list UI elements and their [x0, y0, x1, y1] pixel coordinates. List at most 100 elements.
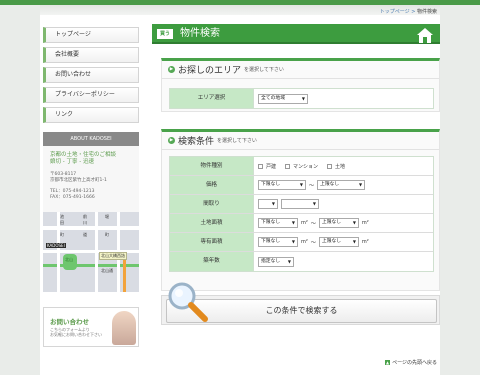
property-type-cell: 戸建 マンション 土地 [254, 157, 433, 175]
breadcrumb-separator: > [411, 9, 416, 15]
tagline-line2: 娘切 - 丁寧 - 迅速 [50, 159, 94, 165]
table-row: 物件種別 戸建 マンション 土地 [170, 157, 433, 176]
checkbox-land-label: 土地 [335, 163, 346, 170]
map-label: 川 [83, 220, 87, 225]
area-select-value: 全ての地域 [261, 95, 285, 101]
chevron-down-icon: ▼ [271, 201, 275, 206]
magnifier-icon [168, 282, 208, 322]
unit-m2: m² [301, 239, 308, 245]
page-title-bar: 買う 物件検索 [152, 24, 440, 44]
building-age-cell: 指定なし ▼ [254, 252, 433, 271]
range-tilde: ～ [310, 239, 316, 246]
access-map[interactable]: 池 田 町 前 川 道 堀 町 KADOSEI 北山 北山大橋西詰 北山通 [43, 212, 139, 292]
price-to-select[interactable]: 上限なし ▼ [317, 180, 366, 190]
area-table: エリア選択 全ての地域 ▼ [169, 88, 434, 109]
map-label-kitayama: 北山 [65, 257, 73, 262]
about-panel: ABOUT KADOSEI 京都の土地・住宅のご相談 娘切 - 丁寧 - 迅速 … [43, 132, 139, 292]
sidebar-item-links[interactable]: リンク [43, 107, 139, 123]
map-label-street: 北山通 [101, 268, 113, 273]
floor-area-label: 専有面積 [170, 233, 254, 251]
layout-label: 間取り [170, 195, 254, 213]
conditions-section: ▶ 検索条件 を選択して下さい 物件種別 戸建 マンション 土地 価格 下限なし… [161, 129, 440, 291]
land-area-from-select[interactable]: 下限なし ▼ [258, 218, 298, 228]
price-label: 価格 [170, 176, 254, 194]
sidebar-item-contact[interactable]: お問い合わせ [43, 67, 139, 83]
land-area-from-value: 下限なし [261, 220, 281, 225]
sidebar-item-top[interactable]: トップページ [43, 27, 139, 43]
map-label: 道 [83, 232, 87, 237]
floor-area-cell: 下限なし ▼ m² ～ 上限なし ▼ m² [254, 233, 433, 251]
breadcrumb-current: 物件検索 [416, 9, 437, 15]
land-area-label: 土地面積 [170, 214, 254, 232]
unit-m2: m² [301, 220, 308, 226]
breadcrumb-home-link[interactable]: トップページ [380, 9, 410, 15]
page-top-label: ページの先頭へ戻る [392, 360, 437, 366]
company-tagline: 京都の土地・住宅のご相談 娘切 - 丁寧 - 迅速 [50, 152, 139, 166]
area-select[interactable]: 全ての地域 ▼ [258, 93, 308, 104]
operator-photo [112, 311, 136, 345]
price-from-select[interactable]: 下限なし ▼ [258, 180, 306, 190]
arrow-right-icon: ▶ [168, 66, 175, 73]
table-row: 築年数 指定なし ▼ [170, 252, 433, 271]
company-address: 〒603-8117 京都市北区紫竹上高才町1-1 [50, 172, 139, 184]
land-area-to-value: 上限なし [321, 220, 342, 225]
map-label-bridge: 北山大橋西詰 [99, 252, 127, 260]
page-title: 物件検索 [180, 28, 220, 39]
about-heading: ABOUT KADOSEI [43, 132, 139, 146]
property-type-label: 物件種別 [170, 157, 254, 175]
area-section-heading: ▶ お探しのエリア を選択して下さい [162, 61, 439, 79]
building-age-select[interactable]: 指定なし ▼ [258, 256, 294, 267]
checkbox-house[interactable] [258, 163, 263, 169]
layout-type-select[interactable]: ▼ [281, 199, 319, 209]
area-section: ▶ お探しのエリア を選択して下さい エリア選択 全ての地域 ▼ [161, 58, 440, 112]
floor-area-from-value: 下限なし [261, 239, 281, 244]
area-section-title: お探しのエリア [178, 66, 242, 76]
chevron-down-icon: ▼ [301, 95, 305, 101]
page-top-link[interactable]: ▲ ページの先頭へ戻る [385, 359, 437, 366]
chevron-down-icon: ▼ [312, 201, 316, 206]
layout-cell: ▼ ▼ [254, 195, 433, 213]
sidebar-item-company[interactable]: 会社概要 [43, 47, 139, 63]
table-row: 価格 下限なし ▼ ～ 上限なし ▼ [170, 176, 433, 195]
street-address: 京都市北区紫竹上高才町1-1 [50, 178, 107, 183]
map-road [95, 212, 98, 292]
map-label: 町 [60, 232, 64, 237]
breadcrumb: トップページ > 物件検索 [380, 8, 437, 15]
arrow-right-icon: ▶ [168, 137, 175, 144]
sidebar: トップページ 会社概要 お問い合わせ プライバシーポリシー リンク ABOUT … [43, 27, 139, 347]
floor-area-from-select[interactable]: 下限なし ▼ [258, 237, 298, 247]
unit-m2: m² [361, 239, 369, 245]
conditions-section-subtitle: を選択して下さい [217, 138, 257, 144]
chevron-down-icon: ▼ [291, 220, 295, 225]
sidebar-item-privacy[interactable]: プライバシーポリシー [43, 87, 139, 103]
price-from-value: 下限なし [261, 182, 281, 187]
chevron-down-icon: ▼ [299, 182, 303, 187]
tagline-line1: 京都の土地・住宅のご相談 [50, 152, 117, 158]
range-tilde: ～ [309, 182, 315, 189]
floor-area-to-select[interactable]: 上限なし ▼ [318, 237, 359, 247]
land-area-to-select[interactable]: 上限なし ▼ [318, 218, 359, 228]
checkbox-land[interactable] [327, 163, 333, 169]
chevron-down-icon: ▼ [287, 258, 291, 264]
contact-banner-text: こちらのフォームより お気軽にお問い合わせ下さい [50, 327, 102, 337]
arrow-up-icon: ▲ [385, 360, 391, 365]
company-phone: TEL：075-494-1213 FAX：075-491-1666 [50, 189, 139, 201]
building-age-label: 築年数 [170, 252, 254, 271]
chevron-down-icon: ▼ [352, 220, 356, 225]
fax-number: FAX：075-491-1666 [50, 195, 95, 200]
building-age-value: 指定なし [261, 258, 281, 264]
chevron-down-icon: ▼ [358, 182, 363, 187]
checkbox-mansion-label: マンション [293, 163, 319, 170]
map-label: 田 [60, 220, 64, 225]
checkbox-mansion[interactable] [285, 163, 291, 169]
area-select-label: エリア選択 [170, 89, 254, 108]
map-label: 町 [105, 232, 109, 237]
table-row: エリア選択 全ての地域 ▼ [170, 89, 433, 108]
price-to-value: 上限なし [320, 182, 340, 187]
map-label: 堀 [105, 214, 109, 219]
layout-rooms-select[interactable]: ▼ [258, 199, 278, 209]
land-area-cell: 下限なし ▼ m² ～ 上限なし ▼ m² [254, 214, 433, 232]
contact-banner[interactable]: お問い合わせ こちらのフォームより お気軽にお問い合わせ下さい [43, 307, 139, 347]
chevron-down-icon: ▼ [352, 239, 356, 244]
contact-line2: お気軽にお問い合わせ下さい [50, 332, 102, 337]
